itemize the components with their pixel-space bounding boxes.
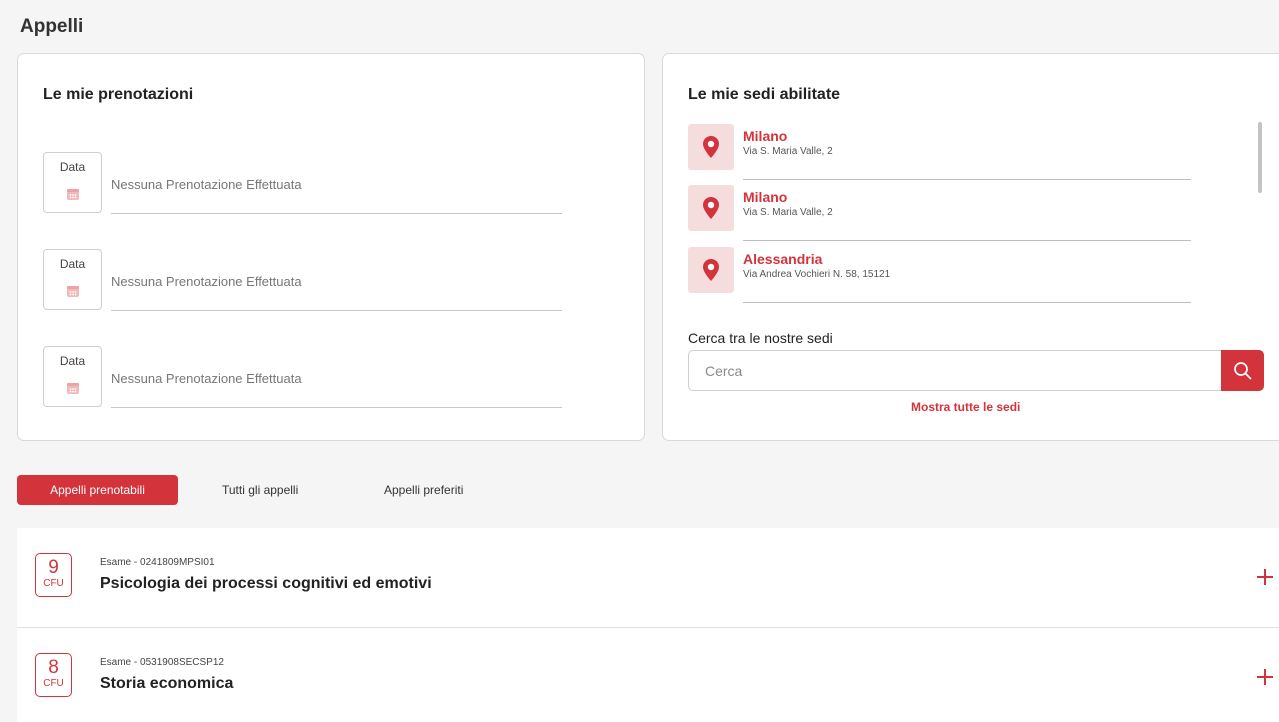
exam-code: Esame - 0531908SECSP12: [100, 657, 224, 668]
divider: [743, 302, 1191, 303]
booking-empty-text: Nessuna Prenotazione Effettuata: [111, 274, 302, 289]
calendar-icon: [67, 286, 79, 297]
divider: [743, 179, 1191, 180]
booking-item: Data Nessuna Prenotazione Effettuata: [43, 152, 563, 214]
exam-row[interactable]: 8 CFU Esame - 0531908SECSP12 Storia econ…: [17, 628, 1279, 722]
booking-item: Data Nessuna Prenotazione Effettuata: [43, 346, 563, 408]
location-city: Alessandria: [743, 251, 823, 267]
booking-empty-text: Nessuna Prenotazione Effettuata: [111, 177, 302, 192]
location-city: Milano: [743, 189, 788, 205]
location-address: Via S. Maria Valle, 2: [743, 146, 833, 157]
calendar-icon: [67, 189, 79, 200]
date-label: Data: [59, 354, 86, 368]
cfu-label: CFU: [43, 578, 64, 589]
tab-appelli-preferiti[interactable]: Appelli preferiti: [384, 475, 463, 505]
exam-list: 9 CFU Esame - 0241809MPSI01 Psicologia d…: [17, 528, 1279, 722]
location-city: Milano: [743, 128, 788, 144]
date-box: Data: [43, 346, 102, 407]
date-box: Data: [43, 152, 102, 213]
date-label: Data: [59, 257, 86, 271]
cfu-badge: 8 CFU: [35, 653, 72, 697]
divider: [111, 310, 562, 311]
search-label: Cerca tra le nostre sedi: [688, 330, 833, 346]
page-title: Appelli: [20, 16, 84, 37]
map-pin-icon: [703, 197, 719, 219]
date-label: Data: [59, 160, 86, 174]
pin-box: [688, 124, 734, 170]
date-box: Data: [43, 249, 102, 310]
search-button[interactable]: [1221, 350, 1264, 391]
booking-item: Data Nessuna Prenotazione Effettuata: [43, 249, 563, 311]
cfu-value: 9: [48, 557, 59, 578]
location-item[interactable]: Alessandria Via Andrea Vochieri N. 58, 1…: [688, 247, 1191, 309]
search-icon: [1234, 362, 1252, 380]
pin-box: [688, 247, 734, 293]
show-all-locations-link[interactable]: Mostra tutte le sedi: [911, 400, 1020, 414]
location-item[interactable]: Milano Via S. Maria Valle, 2: [688, 185, 1191, 247]
map-pin-icon: [703, 136, 719, 158]
plus-icon[interactable]: [1255, 567, 1275, 587]
scrollbar[interactable]: [1258, 122, 1262, 193]
booking-empty-text: Nessuna Prenotazione Effettuata: [111, 371, 302, 386]
exam-name: Storia economica: [100, 675, 234, 692]
plus-icon[interactable]: [1255, 667, 1275, 687]
tab-tutti-gli-appelli[interactable]: Tutti gli appelli: [222, 475, 298, 505]
locations-card: Le mie sedi abilitate Milano Via S. Mari…: [662, 53, 1279, 441]
calendar-icon: [67, 383, 79, 394]
divider: [111, 407, 562, 408]
exam-code: Esame - 0241809MPSI01: [100, 557, 215, 568]
location-item[interactable]: Milano Via S. Maria Valle, 2: [688, 124, 1191, 186]
bookings-card: Le mie prenotazioni Data Nessuna Prenota…: [17, 53, 645, 441]
cfu-value: 8: [48, 657, 59, 678]
search-input[interactable]: [688, 350, 1222, 391]
exam-name: Psicologia dei processi cognitivi ed emo…: [100, 575, 432, 592]
cfu-label: CFU: [43, 678, 64, 689]
location-address: Via Andrea Vochieri N. 58, 15121: [743, 269, 891, 280]
locations-title: Le mie sedi abilitate: [688, 86, 841, 103]
location-address: Via S. Maria Valle, 2: [743, 207, 833, 218]
map-pin-icon: [703, 259, 719, 281]
bookings-title: Le mie prenotazioni: [43, 86, 194, 103]
divider: [743, 240, 1191, 241]
divider: [111, 213, 562, 214]
tab-appelli-prenotabili[interactable]: Appelli prenotabili: [17, 475, 178, 505]
cfu-badge: 9 CFU: [35, 553, 72, 597]
pin-box: [688, 185, 734, 231]
exam-row[interactable]: 9 CFU Esame - 0241809MPSI01 Psicologia d…: [17, 528, 1279, 628]
